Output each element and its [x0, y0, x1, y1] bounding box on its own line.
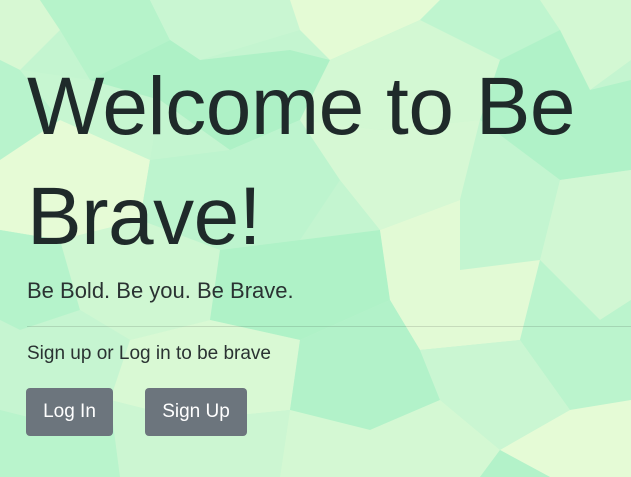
page: Welcome to Be Brave! Be Bold. Be you. Be… — [0, 0, 631, 477]
tagline: Be Bold. Be you. Be Brave. — [27, 278, 294, 303]
login-button[interactable]: Log In — [26, 388, 113, 436]
divider — [27, 326, 631, 327]
auth-prompt: Sign up or Log in to be brave — [27, 343, 272, 364]
signup-button[interactable]: Sign Up — [145, 388, 247, 436]
page-title: Welcome to Be Brave! — [27, 61, 576, 262]
hero-jumbotron: Welcome to Be Brave! Be Bold. Be you. Be… — [0, 0, 631, 477]
